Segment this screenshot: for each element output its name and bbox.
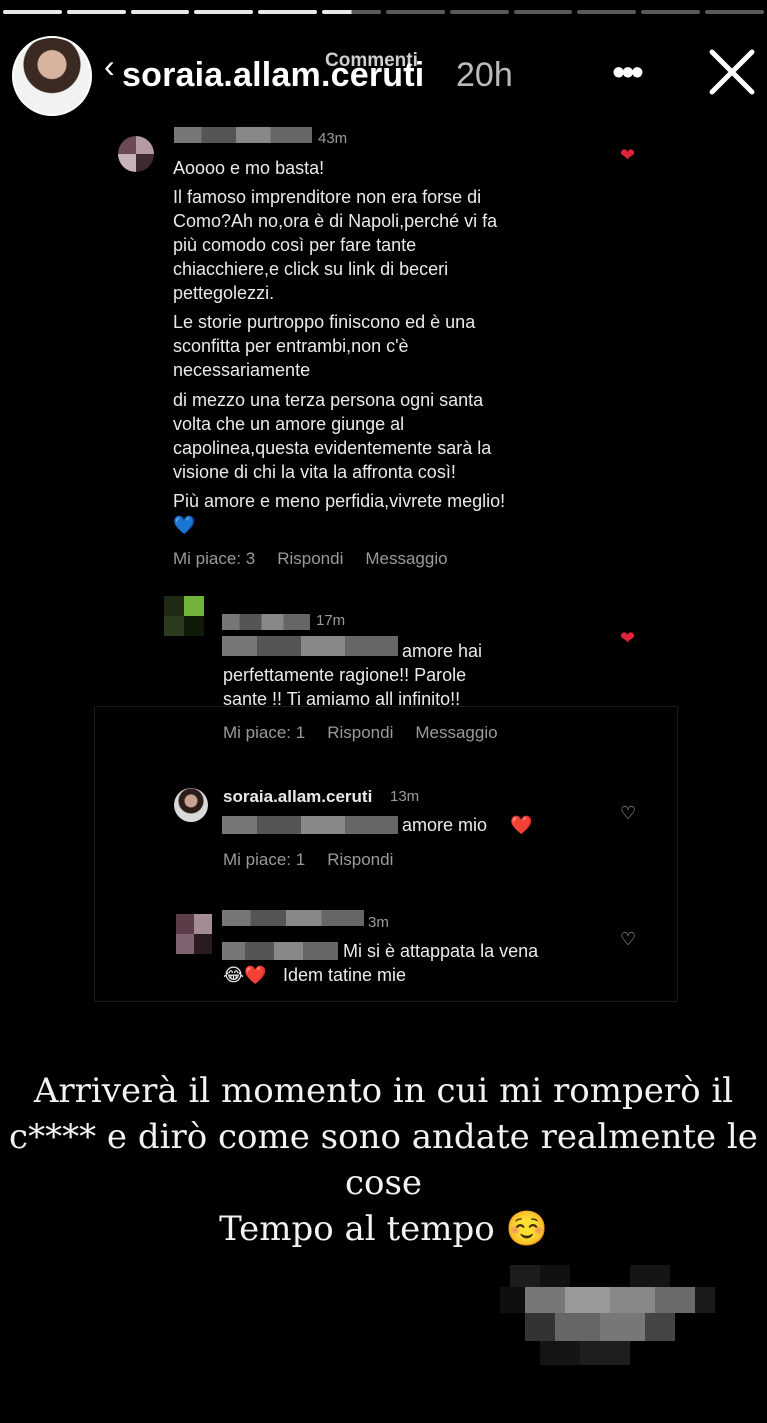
story-username[interactable]: soraia.allam.ceruti [122, 56, 424, 95]
story-caption: Arriverà il momento in cui mi romperò il… [0, 1068, 767, 1252]
comment-line: più comodo così per fare tante [173, 235, 417, 255]
caption-line: c**** e dirò come sono andate realmente … [9, 1117, 758, 1157]
comment-time: 13m [390, 788, 420, 805]
comment-actions: Mi piace: 3 Rispondi Messaggio [173, 549, 470, 569]
mention-blurred [222, 636, 398, 656]
message-button[interactable]: Messaggio [365, 549, 447, 568]
comment-line: perfettamente ragione!! Parole [223, 665, 467, 685]
commenter-avatar-blurred [164, 596, 204, 636]
comment-line: Più amore e meno perfidia,vivrete meglio… [173, 491, 506, 511]
progress-segment [66, 10, 126, 14]
caption-line: Tempo al tempo ☺️ [219, 1209, 548, 1249]
red-heart-emoji: ❤️ [510, 815, 533, 835]
blurred-sticker [500, 1265, 715, 1365]
commenter-name-blurred [174, 127, 312, 143]
commenter-avatar[interactable] [174, 788, 208, 822]
blue-heart-emoji: 💙 [173, 515, 196, 535]
progress-segment [449, 10, 509, 14]
comment-line: visione di chi la vita la affronta così! [173, 462, 456, 482]
progress-segment [513, 10, 573, 14]
reply-button[interactable]: Rispondi [327, 850, 393, 869]
progress-segment [258, 10, 318, 14]
close-icon[interactable] [704, 44, 760, 100]
comment-line: necessariamente [173, 360, 311, 380]
profile-avatar[interactable] [12, 36, 92, 116]
story-timestamp: 20h [456, 56, 513, 94]
heart-outline-icon[interactable]: ♡ [620, 929, 636, 950]
heart-filled-icon[interactable]: ❤ [620, 145, 635, 166]
mention-blurred [222, 816, 398, 834]
progress-segment [194, 10, 254, 14]
caption-line: cose [344, 1163, 423, 1203]
commenter-avatar-blurred [176, 914, 212, 954]
comment-line: pettegolezzi. [173, 283, 275, 303]
heart-outline-icon[interactable]: ♡ [620, 803, 636, 824]
mention-blurred [222, 942, 338, 960]
comment-line: chiacchiere,e click su link di beceri [173, 259, 449, 279]
commenter-avatar-blurred [118, 136, 154, 172]
comment-line: Mi si è attappata la vena [343, 941, 539, 961]
chevron-left-icon[interactable]: ‹ [104, 48, 115, 85]
story-screen: ‹ Commenti soraia.allam.ceruti 20h ••• 4… [0, 0, 767, 1423]
heart-filled-icon[interactable]: ❤ [620, 628, 635, 649]
progress-segment [385, 10, 445, 14]
likes-count[interactable]: Mi piace: 1 [223, 850, 305, 869]
comment-line: sconfitta per entrambi,non c'è [173, 336, 409, 356]
emojis: 😂❤️ [223, 965, 267, 985]
progress-segment [641, 10, 701, 14]
progress-segment [577, 10, 637, 14]
progress-segment [130, 10, 190, 14]
progress-segment-active [322, 10, 381, 14]
progress-segment [3, 10, 62, 14]
comment-line: amore hai [402, 641, 483, 661]
caption-line: Arriverà il momento in cui mi romperò il [33, 1071, 734, 1111]
comment-line: di mezzo una terza persona ogni santa [173, 390, 484, 410]
comment-line: capolinea,questa evidentemente sarà la [173, 438, 492, 458]
reply-button[interactable]: Rispondi [277, 549, 343, 568]
commenter-name-blurred [222, 614, 310, 630]
comment-line: Idem tatine mie [283, 965, 407, 985]
more-horizontal-icon[interactable]: ••• [612, 52, 644, 95]
commenter-name-blurred [222, 910, 364, 926]
likes-count[interactable]: Mi piace: 3 [173, 549, 255, 568]
comment-line: volta che un amore giunge al [173, 414, 405, 434]
commenter-username[interactable]: soraia.allam.ceruti [223, 785, 372, 809]
comment-line: Aoooo e mo basta! [173, 158, 325, 178]
comment-line: amore mio [402, 815, 488, 835]
comment-time: 17m [316, 612, 346, 629]
comment-line: Le storie purtroppo finiscono ed è una [173, 312, 476, 332]
comment-time: 43m [318, 130, 348, 147]
story-progress-bar [3, 10, 764, 14]
comment-time: 3m [368, 914, 389, 931]
comment-line: Il famoso imprenditore non era forse di [173, 187, 482, 207]
comment-line: Como?Ah no,ora è di Napoli,perché vi fa [173, 211, 498, 231]
progress-segment [705, 10, 764, 14]
comment-actions: Mi piace: 1 Rispondi [223, 850, 415, 870]
